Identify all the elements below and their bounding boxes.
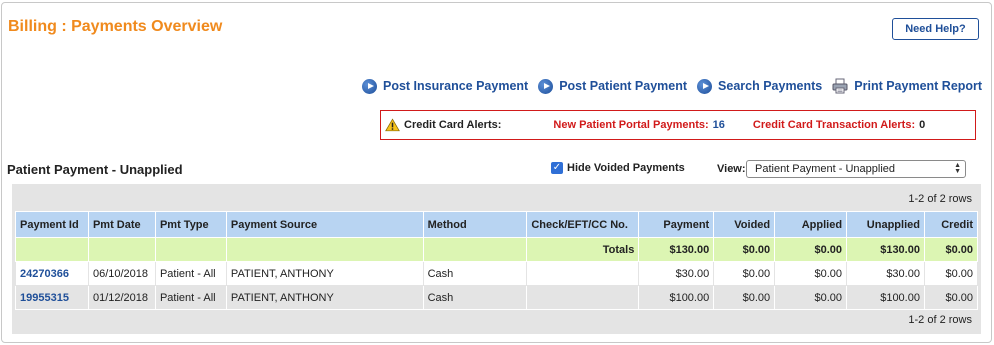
post-insurance-payment-link[interactable]: Post Insurance Payment [362,78,529,94]
payment-id-link[interactable]: 24270366 [15,261,89,286]
portal-payments-label[interactable]: New Patient Portal Payments: [553,119,708,131]
payments-table: Payment Id Pmt Date Pmt Type Payment Sou… [15,211,979,310]
cell-applied: $0.00 [774,261,848,286]
hide-voided-checkbox[interactable]: ✓ [551,162,563,174]
checkmark-icon: ✓ [552,162,562,173]
table-row[interactable]: 24270366 06/10/2018 Patient - All PATIEN… [15,261,979,286]
credit-card-alerts-label: Credit Card Alerts: [404,119,502,131]
cell-applied: $0.00 [774,285,848,310]
col-pmt-type[interactable]: Pmt Type [154,211,227,238]
cell-type: Patient - All [154,261,227,286]
cell-credit: $0.00 [923,261,979,286]
post-insurance-payment-label: Post Insurance Payment [383,79,529,93]
cell-source: PATIENT, ANTHONY [225,261,424,286]
section-title: Patient Payment - Unapplied [7,162,183,177]
cell-check-no [526,285,640,310]
cell-method: Cash [422,285,528,310]
totals-unapplied: $130.00 [846,237,925,262]
cell-payment: $100.00 [638,285,715,310]
totals-row: Totals $130.00 $0.00 $0.00 $130.00 $0.00 [15,237,979,262]
cell-date: 01/12/2018 [87,285,156,310]
table-header-row: Payment Id Pmt Date Pmt Type Payment Sou… [15,211,979,238]
totals-applied: $0.00 [774,237,848,262]
play-circle-icon [362,78,377,94]
col-check-no[interactable]: Check/EFT/CC No. [526,211,640,238]
col-voided[interactable]: Voided [713,211,776,238]
transaction-alerts-count: 0 [919,119,926,131]
cell-source: PATIENT, ANTHONY [225,285,424,310]
play-circle-icon [538,78,554,94]
portal-payments-count[interactable]: 16 [713,119,725,131]
search-payments-label: Search Payments [718,79,823,93]
page-title: Billing : Payments Overview [8,18,223,35]
print-payment-report-label: Print Payment Report [854,79,983,93]
cell-type: Patient - All [154,285,227,310]
col-method[interactable]: Method [422,211,528,238]
cell-check-no [526,261,640,286]
transaction-alerts-label[interactable]: Credit Card Transaction Alerts: [753,119,915,131]
table-row[interactable]: 19955315 01/12/2018 Patient - All PATIEN… [15,285,979,310]
col-payment-id[interactable]: Payment Id [15,211,89,238]
hide-voided-label: Hide Voided Payments [567,162,685,174]
select-arrows-icon: ▲ ▼ [954,162,961,175]
play-circle-icon [697,78,713,94]
col-applied[interactable]: Applied [774,211,848,238]
cell-unapplied: $100.00 [846,285,925,310]
col-credit[interactable]: Credit [923,211,979,238]
action-bar: Post Insurance Payment Post Patient Paym… [362,76,982,96]
col-pmt-date[interactable]: Pmt Date [87,211,156,238]
payments-grid: 1-2 of 2 rows Payment Id Pmt Date Pmt Ty… [12,184,981,334]
totals-voided: $0.00 [713,237,776,262]
hide-voided-toggle[interactable]: ✓ Hide Voided Payments [551,162,685,174]
totals-payment: $130.00 [638,237,715,262]
view-select-value: Patient Payment - Unapplied [755,163,896,175]
post-patient-payment-label: Post Patient Payment [559,79,688,93]
print-payment-report-link[interactable]: Print Payment Report [832,78,982,94]
col-unapplied[interactable]: Unapplied [846,211,925,238]
cell-unapplied: $30.00 [846,261,925,286]
totals-credit: $0.00 [923,237,979,262]
search-payments-link[interactable]: Search Payments [697,78,823,94]
cell-credit: $0.00 [923,285,979,310]
cell-voided: $0.00 [713,285,776,310]
view-label: View: [717,163,746,175]
credit-card-alerts-box: Credit Card Alerts: New Patient Portal P… [380,110,976,140]
payment-id-link[interactable]: 19955315 [15,285,89,310]
col-payment-source[interactable]: Payment Source [225,211,424,238]
post-patient-payment-link[interactable]: Post Patient Payment [538,78,688,94]
col-payment[interactable]: Payment [638,211,715,238]
totals-label: Totals [526,237,640,262]
row-count-bottom: 1-2 of 2 rows [908,314,972,326]
need-help-button[interactable]: Need Help? [892,18,979,40]
warning-icon [385,118,400,132]
cell-method: Cash [422,261,528,286]
cell-voided: $0.00 [713,261,776,286]
view-select[interactable]: Patient Payment - Unapplied ▲ ▼ [746,160,966,178]
row-count-top: 1-2 of 2 rows [908,193,972,205]
cell-date: 06/10/2018 [87,261,156,286]
printer-icon [832,78,848,94]
cell-payment: $30.00 [638,261,715,286]
